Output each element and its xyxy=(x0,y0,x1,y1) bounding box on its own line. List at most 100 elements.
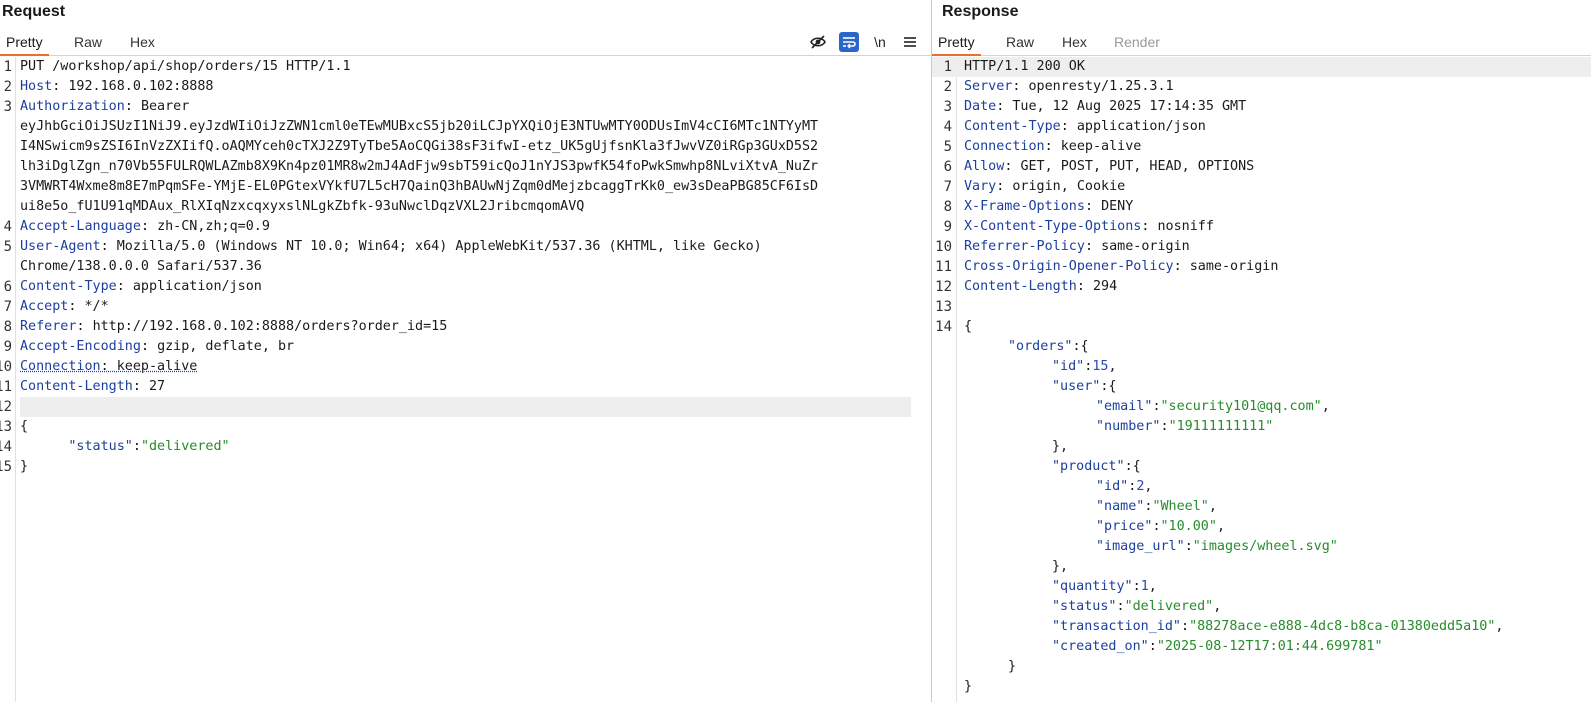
json-line: { xyxy=(964,317,1591,337)
json-value: "19111111111" xyxy=(1168,419,1274,434)
request-line: PUT /workshop/api/shop/orders/15 HTTP/1.… xyxy=(20,59,351,74)
line-number: 13 xyxy=(935,299,952,315)
body-open: { xyxy=(20,419,29,434)
current-line-highlight xyxy=(20,397,911,417)
header-value: 192.168.0.102:8888 xyxy=(68,79,214,94)
line-number: 10 xyxy=(935,239,952,255)
line-number: 6 xyxy=(3,279,12,295)
line-number: 13 xyxy=(0,419,12,435)
header-value: 27 xyxy=(149,379,166,394)
header-name: Authorization xyxy=(20,99,125,114)
json-line: "orders":{ xyxy=(1008,337,1591,357)
json-punct: , xyxy=(1321,399,1330,414)
header-name: X-Frame-Options xyxy=(964,199,1085,214)
line-number: 3 xyxy=(943,99,952,115)
header-line: Authorization: Bearer xyxy=(20,99,190,114)
header-value: same-origin xyxy=(1189,259,1279,274)
header-name: Content-Type xyxy=(20,279,117,294)
json-punct: , xyxy=(1108,359,1117,374)
json-line: } xyxy=(1008,657,1591,677)
hide-icon[interactable] xyxy=(808,32,828,52)
line-number: 7 xyxy=(3,299,12,315)
header-name: Connection xyxy=(964,139,1045,154)
tab-pretty[interactable]: Pretty xyxy=(0,33,49,56)
header-name: Host xyxy=(20,79,53,94)
json-line: "status":"delivered", xyxy=(1052,599,1222,614)
line-number: 11 xyxy=(0,379,12,395)
header-line: Cross-Origin-Opener-Policy: same-origin xyxy=(964,259,1279,274)
header-value: keep-alive xyxy=(116,359,198,374)
header-value: Bearer xyxy=(140,99,190,114)
header-value: same-origin xyxy=(1101,239,1190,254)
header-line: Accept-Language: zh-CN,zh;q=0.9 xyxy=(20,219,270,234)
json-punct: :{ xyxy=(1100,379,1117,394)
json-value: "delivered" xyxy=(1124,599,1214,614)
request-tabs: Pretty Raw Hex \n xyxy=(0,30,931,56)
json-key: "transaction_id" xyxy=(1052,619,1181,634)
wrap-lines-icon[interactable] xyxy=(839,32,859,52)
tab-raw[interactable]: Raw xyxy=(1000,33,1040,54)
header-name: Accept xyxy=(20,299,69,314)
json-punct: :{ xyxy=(1124,459,1141,474)
json-line: "transaction_id":"88278ace-e888-4dc8-b8c… xyxy=(1052,619,1504,634)
request-editor[interactable]: 1 2 3 4 5 6 7 8 9 10 11 12 13 14 15 PUT … xyxy=(0,57,931,702)
json-key: "product" xyxy=(1052,459,1125,474)
header-line: Connection: keep-alive xyxy=(20,359,198,374)
header-name: Accept-Encoding xyxy=(20,339,141,354)
line-number: 5 xyxy=(943,139,952,155)
json-line: "quantity":1, xyxy=(1052,579,1157,594)
tab-hex[interactable]: Hex xyxy=(1056,33,1093,54)
json-value: "10.00" xyxy=(1160,519,1217,534)
line-number: 2 xyxy=(943,79,952,95)
header-name: Vary xyxy=(964,179,997,194)
header-line: Vary: origin, Cookie xyxy=(964,179,1126,194)
header-line: X-Content-Type-Options: nosniff xyxy=(964,219,1214,234)
json-value: "security101@qq.com" xyxy=(1160,399,1322,414)
json-line: "name":"Wheel", xyxy=(1096,499,1217,514)
header-line: Accept-Encoding: gzip, deflate, br xyxy=(20,339,295,354)
header-line: Host: 192.168.0.102:8888 xyxy=(20,79,214,94)
header-name: Content-Type xyxy=(964,119,1061,134)
tab-render[interactable]: Render xyxy=(1108,33,1166,54)
newline-icon[interactable]: \n xyxy=(870,32,890,52)
header-value: DENY xyxy=(1101,199,1134,214)
json-line: "user":{ xyxy=(1052,377,1591,397)
json-key: "quantity" xyxy=(1052,579,1133,594)
json-value: "88278ace-e888-4dc8-b8ca-01380edd5a10" xyxy=(1189,619,1496,634)
json-key: "image_url" xyxy=(1096,539,1185,554)
header-name: Date xyxy=(964,99,997,114)
header-value: Tue, 12 Aug 2025 17:14:35 GMT xyxy=(1012,99,1247,114)
json-key: "name" xyxy=(1096,499,1145,514)
json-punct: } xyxy=(1008,659,1017,674)
line-number: 14 xyxy=(935,319,952,335)
header-line: Server: openresty/1.25.3.1 xyxy=(964,79,1174,94)
header-continuation: Chrome/138.0.0.0 Safari/537.36 xyxy=(20,259,262,274)
json-key: "created_on" xyxy=(1052,639,1149,654)
json-punct: , xyxy=(1144,479,1153,494)
menu-icon[interactable] xyxy=(900,32,920,52)
line-number: 2 xyxy=(3,79,12,95)
token-line: 3VMWRT4Wxme8m8E7mPqmSFe-YMjE-EL0PGtexVYk… xyxy=(20,179,819,194)
header-line: Allow: GET, POST, PUT, HEAD, OPTIONS xyxy=(964,159,1255,174)
tab-pretty[interactable]: Pretty xyxy=(932,33,981,56)
header-value: application/json xyxy=(132,279,262,294)
json-line: "image_url":"images/wheel.svg" xyxy=(1096,539,1338,554)
line-number: 11 xyxy=(935,259,952,275)
response-editor[interactable]: 1 2 3 4 5 6 7 8 9 10 11 12 13 14 HTTP/1.… xyxy=(932,57,1591,702)
tab-hex[interactable]: Hex xyxy=(124,33,161,54)
header-value: 294 xyxy=(1093,279,1118,294)
json-line: "product":{ xyxy=(1052,457,1591,477)
json-line: "id":2, xyxy=(1096,479,1153,494)
line-number: 9 xyxy=(3,339,12,355)
json-value: "delivered" xyxy=(140,439,230,454)
gutter-divider xyxy=(15,57,16,702)
json-line: "id":15, xyxy=(1052,359,1117,374)
json-punct: , xyxy=(1495,619,1504,634)
line-number: 9 xyxy=(943,219,952,235)
header-value: zh-CN,zh;q=0.9 xyxy=(157,219,270,234)
json-line: } xyxy=(964,677,1591,697)
line-number: 14 xyxy=(0,439,12,455)
line-number: 1 xyxy=(3,59,12,75)
tab-raw[interactable]: Raw xyxy=(68,33,108,54)
header-value: application/json xyxy=(1076,119,1206,134)
